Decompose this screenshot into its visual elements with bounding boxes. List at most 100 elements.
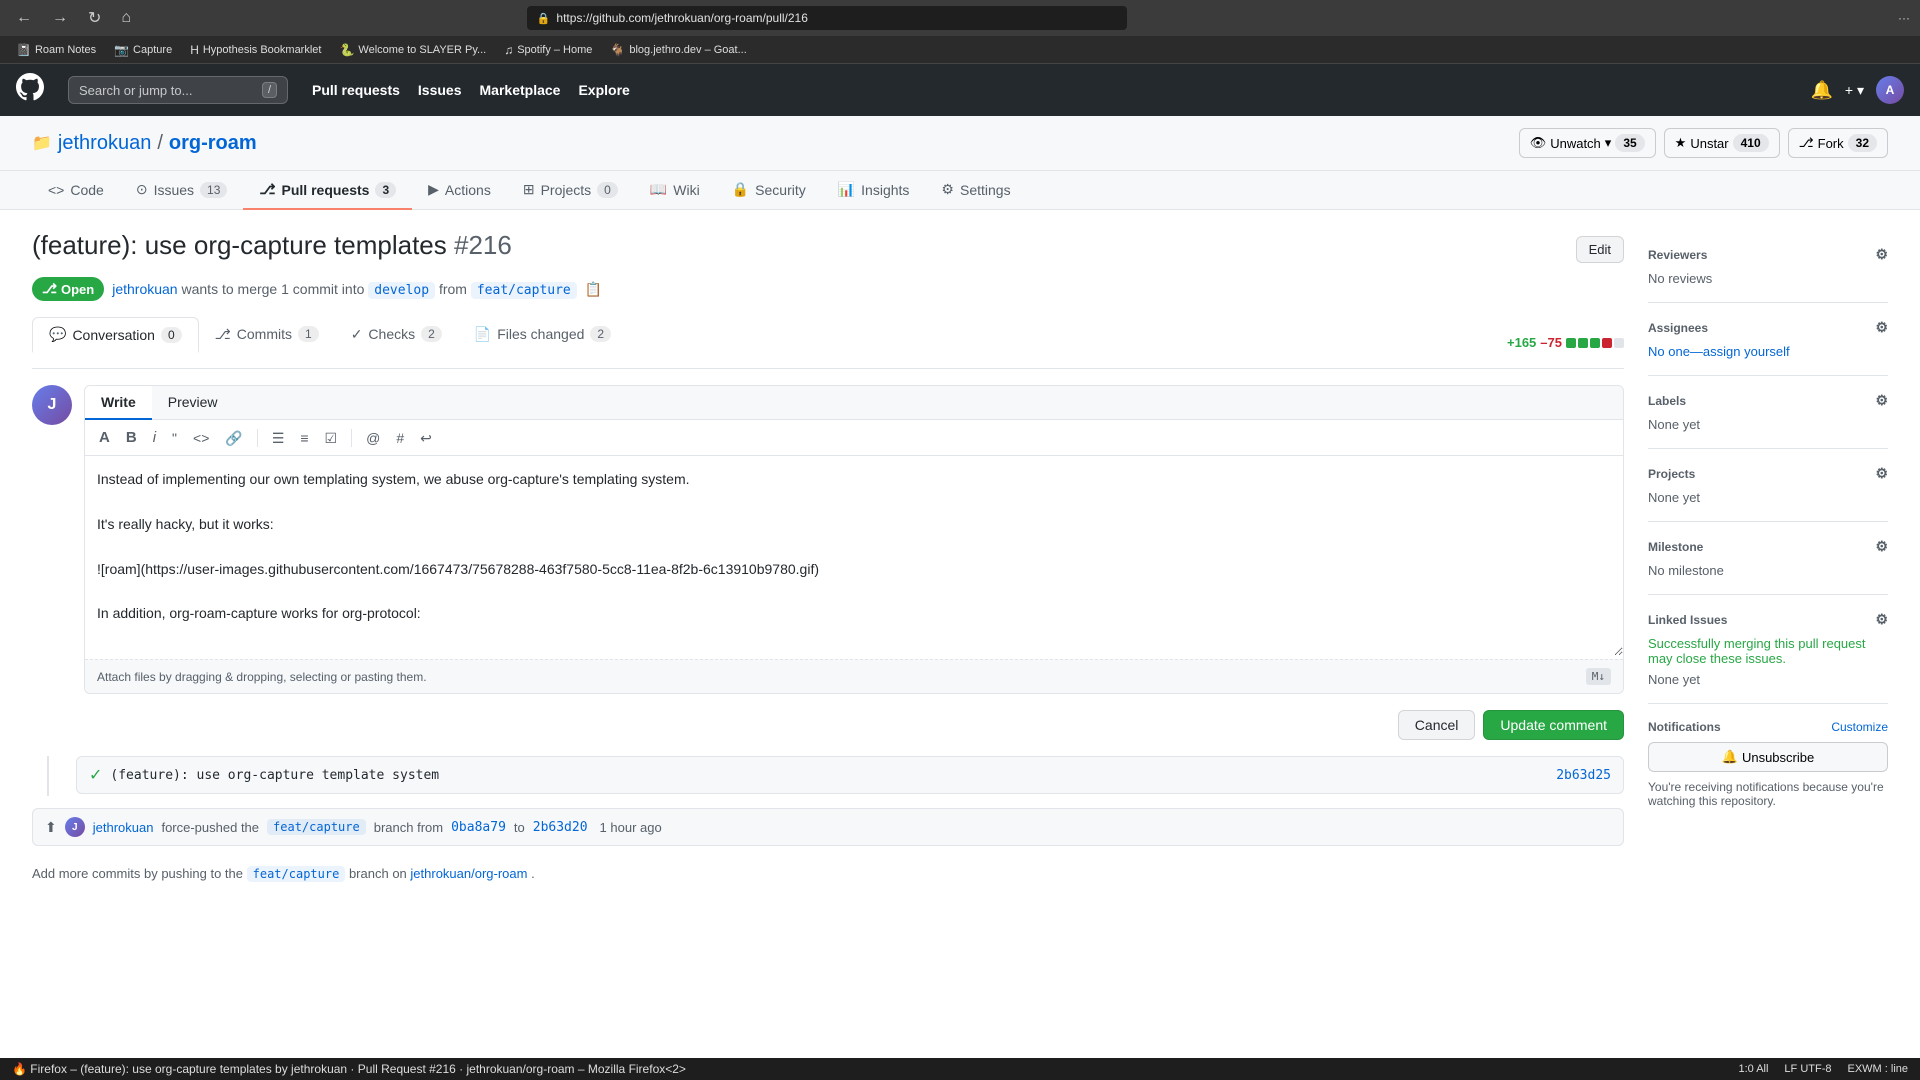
toolbar-heading-btn[interactable]: A: [93, 426, 116, 449]
fork-button[interactable]: ⎇ Fork 32: [1788, 128, 1888, 158]
back-button[interactable]: ←: [10, 5, 38, 31]
tab-actions[interactable]: ▶ Actions: [412, 171, 507, 210]
notifications-customize-link[interactable]: Customize: [1831, 720, 1888, 734]
tab-settings[interactable]: ⚙ Settings: [925, 171, 1026, 210]
repo-owner-link[interactable]: jethrokuan: [58, 132, 151, 155]
checks-count: 2: [421, 326, 442, 342]
copy-branch-icon[interactable]: 📋: [585, 281, 602, 298]
tab-wiki[interactable]: 📖 Wiki: [634, 171, 716, 210]
search-input[interactable]: Search or jump to... /: [68, 76, 288, 104]
tab-issues[interactable]: ⊙ Issues 13: [120, 171, 244, 210]
toolbar-reply-btn[interactable]: ↩: [414, 427, 438, 449]
nav-marketplace[interactable]: Marketplace: [472, 76, 569, 104]
bookmark-hypothesis[interactable]: H Hypothesis Bookmarklet: [182, 41, 329, 59]
toolbar-bold-btn[interactable]: B: [120, 426, 143, 449]
code-icon: <>: [193, 430, 209, 446]
tab-security[interactable]: 🔒 Security: [716, 171, 822, 210]
ul-icon: ☰: [272, 430, 285, 446]
milestone-value: No milestone: [1648, 563, 1888, 578]
milestone-gear-icon[interactable]: ⚙: [1875, 538, 1888, 555]
toolbar-ref-btn[interactable]: #: [390, 427, 410, 449]
ref-icon: #: [396, 430, 404, 446]
reviewers-gear-icon[interactable]: ⚙: [1875, 246, 1888, 263]
diff-bars: [1566, 338, 1624, 348]
nav-explore[interactable]: Explore: [570, 76, 637, 104]
tab-insights[interactable]: 📊 Insights: [822, 171, 926, 210]
preview-tab[interactable]: Preview: [152, 386, 234, 420]
star-icon: ★: [1675, 135, 1687, 151]
issues-count: 13: [200, 182, 227, 198]
bookmark-spotify[interactable]: ♫ Spotify – Home: [496, 41, 600, 59]
update-comment-button[interactable]: Update comment: [1483, 710, 1624, 740]
more-tools-icon[interactable]: ···: [1898, 11, 1910, 25]
cancel-button[interactable]: Cancel: [1398, 710, 1476, 740]
toolbar-ul-btn[interactable]: ☰: [266, 427, 291, 449]
push-from-text: branch from: [374, 820, 443, 835]
toolbar-quote-btn[interactable]: ": [166, 427, 183, 449]
edit-button[interactable]: Edit: [1576, 236, 1624, 263]
toolbar-link-btn[interactable]: 🔗: [219, 427, 248, 449]
labels-gear-icon[interactable]: ⚙: [1875, 392, 1888, 409]
sidebar-labels-title: Labels ⚙: [1648, 392, 1888, 409]
unsubscribe-button[interactable]: 🔔 Unsubscribe: [1648, 742, 1888, 772]
linked-issues-gear-icon[interactable]: ⚙: [1875, 611, 1888, 628]
assignees-value[interactable]: No one—assign yourself: [1648, 344, 1888, 359]
toolbar-ol-btn[interactable]: ≡: [294, 427, 314, 449]
search-placeholder: Search or jump to...: [79, 83, 192, 98]
to-sha-link[interactable]: 2b63d20: [533, 820, 588, 835]
pr-tab-commits[interactable]: ⎇ Commits 1: [199, 317, 335, 353]
assignees-gear-icon[interactable]: ⚙: [1875, 319, 1888, 336]
pr-tab-files-changed[interactable]: 📄 Files changed 2: [458, 317, 627, 353]
lock-icon: 🔒: [537, 12, 551, 25]
status-bar: 🔥 Firefox – (feature): use org-capture t…: [0, 1058, 1920, 1080]
sidebar-projects: Projects ⚙ None yet: [1648, 449, 1888, 522]
diff-stats: +165 –75: [1507, 335, 1624, 350]
tab-pull-requests[interactable]: ⎇ Pull requests 3: [243, 171, 412, 210]
pr-target-branch[interactable]: develop: [368, 282, 435, 299]
push-branch[interactable]: feat/capture: [267, 819, 366, 835]
bookmark-blog[interactable]: 🐐 blog.jethro.dev – Goat...: [602, 41, 754, 59]
toolbar-code-btn[interactable]: <>: [187, 427, 215, 449]
forward-button[interactable]: →: [46, 5, 74, 31]
notification-bell-icon[interactable]: 🔔: [1810, 80, 1832, 101]
toolbar-task-btn[interactable]: ☑: [319, 427, 344, 449]
create-plus-button[interactable]: + ▾: [1845, 82, 1864, 99]
user-avatar[interactable]: A: [1876, 76, 1904, 104]
comment-textarea[interactable]: Instead of implementing our own templati…: [85, 456, 1623, 656]
main-content: 📁 jethrokuan / org-roam 👁 Unwatch ▾ 35 ★…: [0, 116, 1920, 1080]
bookmark-capture[interactable]: 📷 Capture: [106, 41, 180, 59]
sidebar-milestone-title: Milestone ⚙: [1648, 538, 1888, 555]
bookmark-roam-notes[interactable]: 📓 Roam Notes: [8, 41, 104, 59]
toolbar-mention-btn[interactable]: @: [360, 427, 386, 449]
home-button[interactable]: ⌂: [115, 5, 137, 31]
pr-tab-checks[interactable]: ✓ Checks 2: [335, 317, 458, 353]
toolbar-italic-btn[interactable]: i: [147, 426, 162, 449]
tab-security-label: Security: [755, 182, 806, 198]
tab-code[interactable]: <> Code: [32, 171, 120, 210]
github-logo[interactable]: [16, 73, 44, 108]
repo-name-link[interactable]: org-roam: [169, 132, 257, 155]
watch-button[interactable]: 👁 Unwatch ▾ 35: [1519, 128, 1656, 158]
projects-gear-icon[interactable]: ⚙: [1875, 465, 1888, 482]
pr-count: 3: [375, 182, 396, 198]
markdown-icon: M↓: [1586, 668, 1611, 685]
star-button[interactable]: ★ Unstar 410: [1664, 128, 1780, 158]
bookmark-slayer[interactable]: 🐍 Welcome to SLAYER Py...: [331, 41, 494, 59]
url-bar[interactable]: 🔒 https://github.com/jethrokuan/org-roam…: [527, 6, 1127, 30]
write-tab[interactable]: Write: [85, 386, 152, 420]
pr-author-link[interactable]: jethrokuan: [112, 281, 177, 297]
pr-source-branch[interactable]: feat/capture: [471, 282, 577, 299]
labels-label: Labels: [1648, 394, 1686, 408]
tab-projects[interactable]: ⊞ Projects 0: [507, 171, 634, 210]
nav-issues[interactable]: Issues: [410, 76, 470, 104]
linked-issues-value: None yet: [1648, 672, 1888, 687]
commit-sha-link[interactable]: 2b63d25: [1556, 768, 1611, 783]
from-sha-link[interactable]: 0ba8a79: [451, 820, 506, 835]
nav-pull-requests[interactable]: Pull requests: [304, 76, 408, 104]
footer-repo-link[interactable]: jethrokuan/org-roam: [410, 866, 527, 881]
reload-button[interactable]: ↻: [82, 4, 107, 32]
pr-number: #216: [454, 230, 512, 260]
pusher-name-link[interactable]: jethrokuan: [93, 820, 154, 835]
watch-label: Unwatch: [1550, 136, 1601, 151]
pr-tab-conversation[interactable]: 💬 Conversation 0: [32, 317, 199, 353]
